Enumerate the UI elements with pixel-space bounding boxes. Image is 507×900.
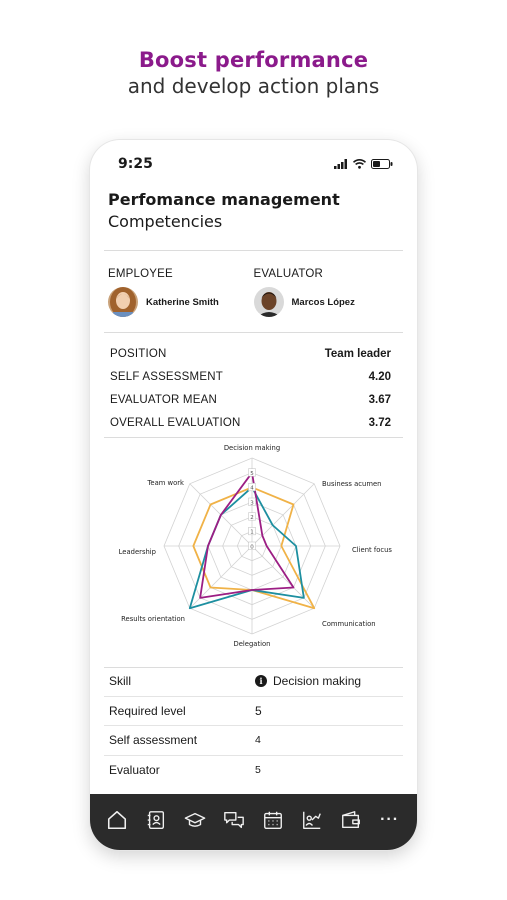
radar-axis-label: Business acumen: [322, 480, 381, 488]
radar-axis-label: Client focus: [352, 546, 392, 554]
skill-value: 4: [255, 734, 261, 747]
skill-row-skill[interactable]: Skill i Decision making: [104, 667, 403, 697]
metric-label: EVALUATOR MEAN: [110, 393, 217, 406]
tab-chat[interactable]: [221, 807, 247, 833]
metric-position: POSITION Team leader: [110, 342, 391, 365]
metric-label: SELF ASSESSMENT: [110, 370, 223, 383]
skill-details: Skill i Decision making Required level 5…: [104, 667, 403, 785]
skill-key: Evaluator: [109, 763, 160, 778]
contacts-icon: [148, 811, 165, 829]
tab-growth[interactable]: [299, 807, 325, 833]
skill-key: Required level: [109, 703, 186, 718]
phone-frame: 9:25 Perfomance management Competencies: [90, 140, 417, 850]
status-time: 9:25: [118, 156, 153, 172]
metric-value: Team leader: [324, 347, 391, 360]
tab-training[interactable]: [182, 807, 208, 833]
promo-title: Boost performance: [138, 48, 369, 72]
skill-value: Decision making: [273, 674, 362, 689]
evaluator-label: EVALUATOR: [253, 268, 324, 280]
metric-value: 4.20: [368, 370, 391, 383]
wifi-icon: [353, 159, 366, 169]
evaluator-avatar: [253, 287, 284, 317]
divider: [104, 332, 403, 333]
employee-row[interactable]: Katherine Smith: [108, 287, 254, 317]
evaluator-name: Marcos López: [291, 296, 355, 308]
skill-key: Skill: [109, 674, 132, 689]
radar-scale-tick-label: 1: [250, 530, 254, 536]
radar-scale-tick-label: 2: [250, 515, 254, 521]
promo-subtitle: and develop action plans: [127, 74, 380, 98]
tab-calendar[interactable]: [260, 807, 286, 833]
calendar-icon: [264, 811, 282, 829]
employee-block: EMPLOYEE Katherine Smith: [108, 268, 254, 317]
battery-icon: [371, 159, 393, 169]
page-subtitle: Competencies: [108, 212, 223, 231]
metric-label: OVERALL EVALUATION: [110, 416, 241, 429]
tab-home[interactable]: [104, 807, 130, 833]
evaluator-row[interactable]: Marcos López: [253, 287, 400, 317]
status-bar: 9:25: [118, 154, 393, 174]
employee-name: Katherine Smith: [146, 296, 219, 308]
radar-scale-tick-label: 5: [250, 471, 254, 477]
radar-scale-tick-label: 0: [250, 544, 254, 550]
more-icon: ···: [380, 811, 400, 828]
radar-axis-label: Leadership: [119, 548, 156, 556]
evaluator-block: EVALUATOR Marcos López: [253, 268, 400, 317]
radar-spoke: [251, 483, 315, 547]
employee-label: EMPLOYEE: [108, 268, 173, 280]
page-title: Perfomance management: [108, 190, 340, 209]
info-icon[interactable]: i: [255, 675, 267, 688]
divider: [104, 250, 403, 251]
radar-axis-label: Delegation: [234, 640, 271, 648]
tab-more[interactable]: ···: [377, 807, 403, 833]
tab-wallet[interactable]: [338, 807, 364, 833]
competency-radar-chart: 0 1 2 3 4 5 Decision making Business acumen Clie…: [119, 444, 393, 648]
metric-evaluator-mean: EVALUATOR MEAN 3.67: [110, 388, 391, 411]
radar-axis-label: Decision making: [224, 444, 280, 452]
status-icons: [334, 159, 393, 169]
metric-value: 3.72: [368, 416, 391, 429]
skill-value: 5: [255, 764, 261, 777]
metric-self-assessment: SELF ASSESSMENT 4.20: [110, 365, 391, 388]
home-icon: [108, 810, 127, 830]
chat-icon: [224, 811, 244, 829]
metric-label: POSITION: [110, 347, 167, 360]
employee-avatar: [108, 287, 138, 317]
metrics-list: POSITION Team leader SELF ASSESSMENT 4.2…: [110, 342, 391, 434]
bottom-tab-bar: ···: [90, 794, 417, 850]
promo-header: Boost performance and develop action pla…: [0, 48, 507, 98]
radar-scale-tick-label: 3: [250, 500, 254, 506]
tab-contacts[interactable]: [143, 807, 169, 833]
screen-header: Perfomance management Competencies: [108, 190, 399, 231]
skill-value: 5: [255, 703, 262, 718]
skill-row-evaluator: Evaluator 5: [104, 756, 403, 786]
people-section: EMPLOYEE Katherine Smith EVALUATOR Marco…: [108, 268, 399, 317]
radar-axis-label: Results orientation: [121, 615, 185, 623]
skill-row-required-level: Required level 5: [104, 697, 403, 726]
radar-axis-label: Team work: [146, 479, 184, 487]
skill-row-self-assessment: Self assessment 4: [104, 726, 403, 756]
metric-value: 3.67: [368, 393, 391, 406]
signal-icon: [334, 159, 347, 169]
divider: [104, 437, 403, 438]
graduation-cap-icon: [184, 812, 206, 827]
radar-axis-label: Communication: [322, 620, 376, 628]
wallet-icon: [341, 811, 360, 829]
radar-scale-tick-label: 4: [250, 486, 254, 492]
metric-overall-evaluation: OVERALL EVALUATION 3.72: [110, 411, 391, 434]
skill-key: Self assessment: [109, 733, 198, 748]
growth-icon: [302, 811, 321, 829]
